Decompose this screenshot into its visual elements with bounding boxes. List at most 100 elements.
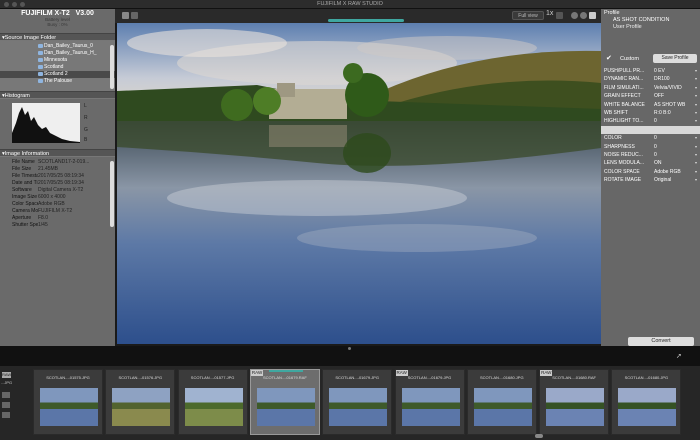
- folder-item[interactable]: Scotland: [0, 64, 115, 71]
- parameter-row[interactable]: [601, 125, 700, 135]
- filter-icon[interactable]: [2, 402, 10, 408]
- filmstrip-thumbnail[interactable]: RAW SCOTLAN...-01679.RAF: [249, 369, 320, 435]
- info-key: Aperture: [12, 215, 32, 221]
- thumbnail-filename: SCOTLAN...-01576.JPG: [118, 375, 163, 380]
- thumbnail-filename: SCOTLAN...-01575.JPG: [46, 375, 90, 380]
- thumbnail-filename: SCOTLAN...-01679.JPG: [335, 375, 379, 380]
- thumbnail-filename: SCOTLAN...-01577.JPG: [190, 375, 235, 380]
- thumbnail-image: [184, 388, 243, 426]
- single-view-icon[interactable]: [122, 12, 129, 19]
- folder-item[interactable]: Dan_Bailey_Taurus_H_: [0, 50, 115, 57]
- resize-handle-icon[interactable]: [348, 347, 351, 350]
- filmstrip-scrollbar[interactable]: [535, 434, 543, 438]
- filmstrip-thumbnail[interactable]: SCOTLAN...-01679.JPG: [322, 369, 393, 435]
- preview-image: [117, 23, 601, 344]
- parameter-row[interactable]: HIGHLIGHT TO... 0 ▾: [601, 117, 700, 125]
- info-value: 2017/05/25 08:19:34: [38, 173, 84, 179]
- parameter-row[interactable]: PUSH/PULL PR... 0 EV ▾: [601, 67, 700, 75]
- parameter-row[interactable]: COLOR 0 ▾: [601, 134, 700, 142]
- info-row: Color Space Adobe RGB: [0, 201, 115, 208]
- parameter-value: 0: [654, 143, 657, 150]
- parameter-value: 0: [654, 151, 657, 158]
- filmstrip: RAW ...JPG SCOTLAN...-01575.JPG SCOTLAN..…: [0, 366, 700, 440]
- parameter-row[interactable]: NOISE REDUC... 0 ▾: [601, 151, 700, 159]
- parameter-row[interactable]: LENS MODULA... ON ▾: [601, 159, 700, 167]
- filmstrip-thumbnail[interactable]: RAW SCOTLAN...-01680.RAF: [539, 369, 610, 435]
- parameter-name: NOISE REDUC...: [604, 151, 643, 158]
- filmstrip-thumbnail[interactable]: SCOTLAN...-01576.JPG: [105, 369, 176, 435]
- info-value: 1/45: [38, 222, 48, 228]
- hand-tool-icon[interactable]: [589, 12, 596, 19]
- info-scrollbar[interactable]: [110, 161, 114, 227]
- filmstrip-thumbnail[interactable]: SCOTLAN...-01680.JPG: [611, 369, 682, 435]
- parameter-name: DYNAMIC RAN...: [604, 76, 644, 83]
- filmstrip-thumbnail[interactable]: SCOTLAN...-01577.JPG: [177, 369, 248, 435]
- profile-user[interactable]: User Profile: [601, 24, 700, 31]
- conversion-progress-fill: [328, 19, 404, 22]
- parameter-value: [654, 126, 700, 134]
- parameter-row[interactable]: FILM SIMULATI... Velvia/VIVID ▾: [601, 84, 700, 92]
- parameter-row[interactable]: GRAIN EFFECT OFF ▾: [601, 92, 700, 100]
- folder-icon: [38, 51, 43, 55]
- info-key: Software: [12, 187, 32, 193]
- filmstrip-thumbnail[interactable]: SCOTLAN...-01680.JPG: [466, 369, 537, 435]
- parameter-row[interactable]: DYNAMIC RAN... DR100 ▾: [601, 75, 700, 83]
- parameter-name: LENS MODULA...: [604, 160, 645, 167]
- parameter-row[interactable]: WHITE BALANCE AS SHOT WB ▾: [601, 101, 700, 109]
- dropdown-arrow-icon: ▾: [694, 177, 697, 183]
- partial-thumb-label: ...JPG: [1, 380, 13, 385]
- histogram: L R G B: [0, 99, 115, 149]
- parameter-name: SHARPNESS: [604, 143, 635, 150]
- folder-item[interactable]: Dan_Bailey_Taurus_0: [0, 43, 115, 50]
- filmstrip-thumbnail[interactable]: RAW SCOTLAN...-01679.JPG: [394, 369, 465, 435]
- close-window-button[interactable]: [4, 2, 9, 7]
- folder-scrollbar[interactable]: [110, 45, 114, 89]
- zoom-out-icon[interactable]: [580, 12, 587, 19]
- thumbnail-image: [473, 388, 532, 426]
- window-title: FUJIFILM X RAW STUDIO: [317, 1, 383, 7]
- zoom-level[interactable]: 1x: [546, 10, 553, 17]
- source-folder-section-header[interactable]: ▾Source Image Folder: [0, 33, 115, 41]
- info-value: 6000 x 4000: [38, 194, 66, 200]
- parameter-row[interactable]: WB SHIFT R:0 B:0 ▾: [601, 109, 700, 117]
- thumbnail-image: [329, 388, 388, 426]
- parameter-row[interactable]: COLOR SPACE Adobe RGB ▾: [601, 168, 700, 176]
- image-info-section-header[interactable]: ▾Image Information: [0, 149, 115, 157]
- minimize-window-button[interactable]: [12, 2, 17, 7]
- parameter-name: GRAIN EFFECT: [604, 93, 641, 100]
- sort-icon[interactable]: [2, 392, 10, 398]
- folder-item[interactable]: Minnesota: [0, 57, 115, 64]
- zoom-in-icon[interactable]: [571, 12, 578, 19]
- folder-item[interactable]: Scotland 2: [0, 71, 115, 78]
- zoom-window-button[interactable]: [20, 2, 25, 7]
- thumbnail-image: [112, 388, 171, 426]
- parameter-row[interactable]: SHARPNESS 0 ▾: [601, 143, 700, 151]
- histogram-label-l: L: [84, 103, 87, 109]
- parameter-row[interactable]: ROTATE IMAGE Original ▾: [601, 176, 700, 184]
- compare-view-icon[interactable]: [131, 12, 138, 19]
- folder-item[interactable]: The Palouse: [0, 78, 115, 85]
- histogram-section-header[interactable]: ▾Histogram: [0, 91, 115, 99]
- folder-icon: [38, 58, 43, 62]
- convert-button[interactable]: Convert: [628, 337, 694, 346]
- info-row: Shutter Speed1/45: [0, 222, 115, 229]
- thumbnail-image: [40, 388, 98, 426]
- info-key: Color Space: [12, 201, 38, 207]
- main-image-preview[interactable]: [117, 23, 601, 344]
- folder-tree: Dan_Bailey_Taurus_0 Dan_Bailey_Taurus_H_ M…: [0, 41, 115, 91]
- parameter-name: WB SHIFT: [604, 109, 628, 116]
- parameter-name: ROTATE IMAGE: [604, 177, 642, 184]
- parameter-value: 0: [654, 135, 657, 142]
- dropdown-arrow-icon: ▾: [694, 109, 697, 115]
- fit-icon[interactable]: [556, 12, 563, 19]
- thumbnail-filename: SCOTLAN...-01679.RAF: [262, 375, 307, 380]
- save-profile-button[interactable]: Save Profile: [653, 54, 697, 63]
- info-row: File Size 21.45MB: [0, 166, 115, 173]
- filmstrip-thumbnail[interactable]: SCOTLAN...-01575.JPG: [33, 369, 103, 435]
- profile-as-shot[interactable]: AS SHOT CONDITION: [601, 17, 700, 24]
- grid-icon[interactable]: [2, 412, 10, 418]
- window-controls[interactable]: [4, 2, 25, 7]
- full-view-button[interactable]: Full view: [512, 11, 544, 20]
- custom-profile-row: ✔ Custom Save Profile: [601, 53, 700, 65]
- custom-label[interactable]: Custom: [620, 56, 639, 62]
